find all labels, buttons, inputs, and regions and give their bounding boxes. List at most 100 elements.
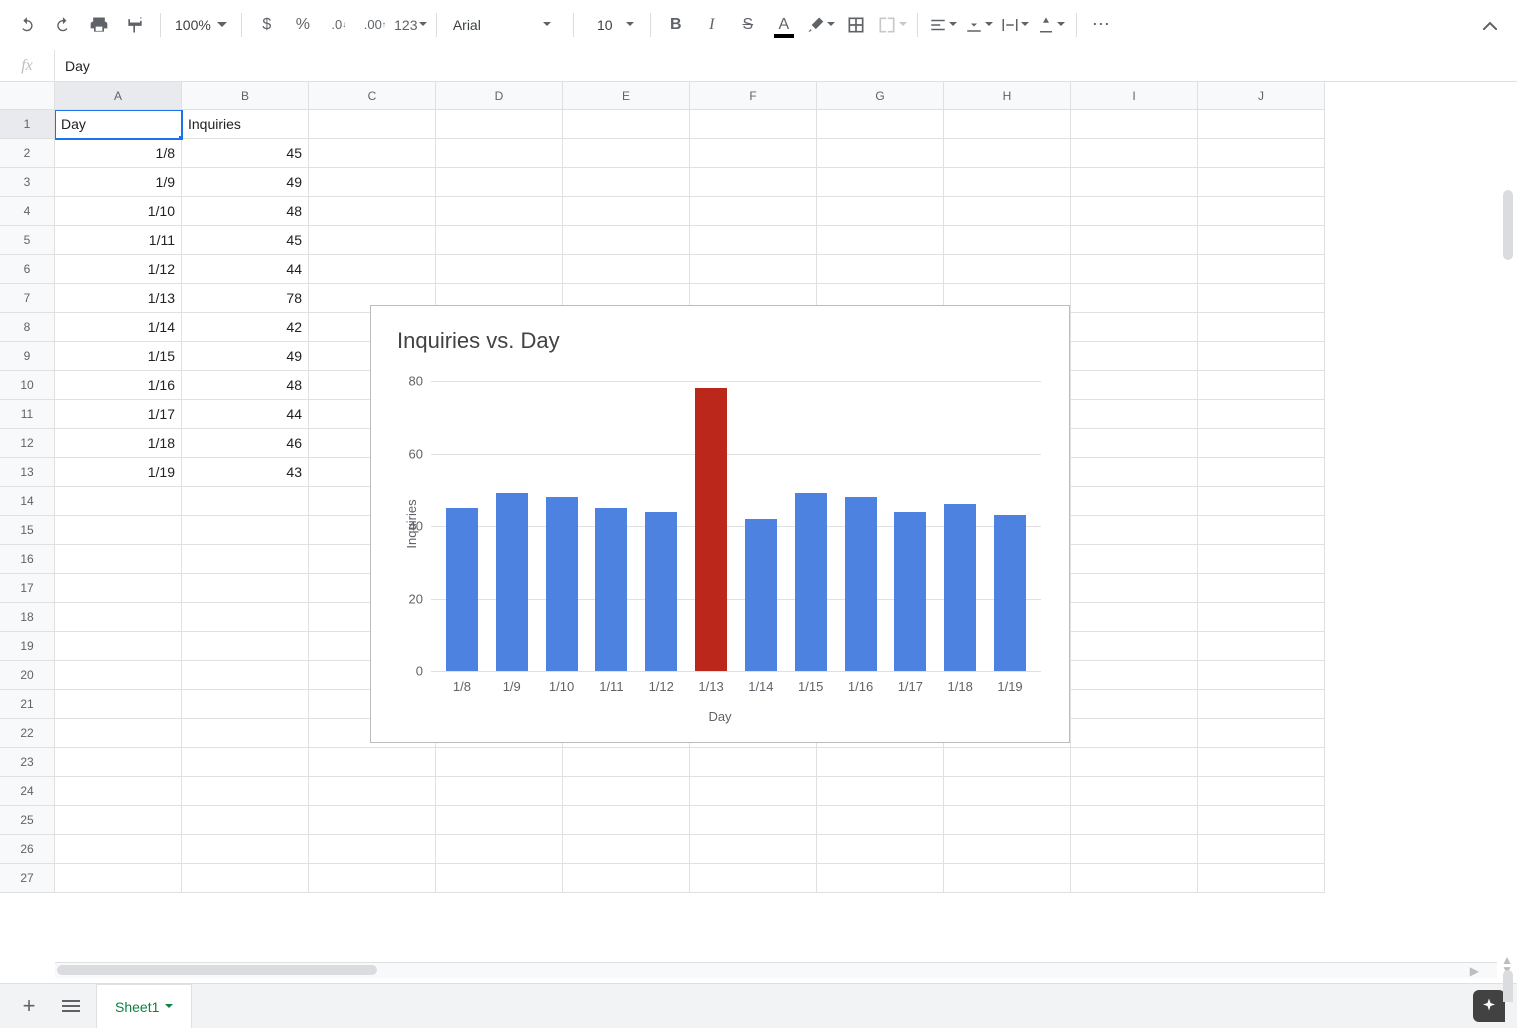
cell[interactable]: [563, 806, 690, 835]
cell[interactable]: 44: [182, 400, 309, 429]
cell[interactable]: [1071, 719, 1198, 748]
cell[interactable]: [944, 835, 1071, 864]
chart-bar[interactable]: [894, 512, 926, 672]
chart-bar[interactable]: [795, 493, 827, 671]
sheet-tab-active[interactable]: Sheet1: [96, 984, 192, 1028]
cell[interactable]: [55, 835, 182, 864]
row-header[interactable]: 27: [0, 864, 55, 893]
cell[interactable]: [944, 226, 1071, 255]
cell[interactable]: [55, 806, 182, 835]
column-header[interactable]: B: [182, 82, 309, 110]
row-header[interactable]: 21: [0, 690, 55, 719]
cell[interactable]: [944, 139, 1071, 168]
cell[interactable]: [182, 864, 309, 893]
row-header[interactable]: 7: [0, 284, 55, 313]
text-rotation-button[interactable]: [1034, 8, 1068, 42]
cell[interactable]: [182, 661, 309, 690]
cell[interactable]: [55, 632, 182, 661]
cell[interactable]: [55, 661, 182, 690]
row-header[interactable]: 10: [0, 371, 55, 400]
cell[interactable]: Inquiries: [182, 110, 309, 139]
cell[interactable]: [309, 806, 436, 835]
chart-bar[interactable]: [546, 497, 578, 671]
fill-color-button[interactable]: [803, 8, 837, 42]
redo-button[interactable]: [46, 8, 80, 42]
scroll-right-icon[interactable]: ▶: [1470, 966, 1479, 976]
cell[interactable]: [182, 719, 309, 748]
row-header[interactable]: 4: [0, 197, 55, 226]
row-header[interactable]: 1: [0, 110, 55, 139]
cell[interactable]: [436, 110, 563, 139]
cell[interactable]: 1/12: [55, 255, 182, 284]
cell[interactable]: [309, 255, 436, 284]
cell[interactable]: [1071, 110, 1198, 139]
cell[interactable]: [309, 226, 436, 255]
cell[interactable]: [1198, 429, 1325, 458]
cell[interactable]: [55, 864, 182, 893]
cell[interactable]: [690, 806, 817, 835]
text-color-button[interactable]: A: [767, 8, 801, 42]
cell[interactable]: [309, 777, 436, 806]
cell[interactable]: [1198, 632, 1325, 661]
cell[interactable]: [55, 516, 182, 545]
font-family-dropdown[interactable]: Arial: [445, 8, 565, 42]
cell[interactable]: 49: [182, 342, 309, 371]
cell[interactable]: [690, 777, 817, 806]
cell[interactable]: [436, 139, 563, 168]
horizontal-scrollbar[interactable]: [55, 962, 1497, 978]
cell[interactable]: [55, 603, 182, 632]
decrease-decimal-button[interactable]: .0↓: [322, 8, 356, 42]
cell[interactable]: [944, 748, 1071, 777]
cell[interactable]: [944, 168, 1071, 197]
explore-button[interactable]: [1473, 990, 1505, 1022]
cell[interactable]: [690, 864, 817, 893]
cell[interactable]: [817, 835, 944, 864]
cell[interactable]: 42: [182, 313, 309, 342]
cell[interactable]: [563, 197, 690, 226]
cell[interactable]: [1198, 110, 1325, 139]
cell[interactable]: [1198, 139, 1325, 168]
chart-bar[interactable]: [845, 497, 877, 671]
cell[interactable]: [944, 806, 1071, 835]
cell[interactable]: [1198, 371, 1325, 400]
cell[interactable]: [1198, 400, 1325, 429]
paint-format-button[interactable]: [118, 8, 152, 42]
row-header[interactable]: 26: [0, 835, 55, 864]
formula-input[interactable]: [55, 50, 1517, 81]
cell[interactable]: [1071, 342, 1198, 371]
cell[interactable]: [690, 255, 817, 284]
cell[interactable]: 1/8: [55, 139, 182, 168]
row-header[interactable]: 6: [0, 255, 55, 284]
cell[interactable]: [1071, 371, 1198, 400]
cell[interactable]: [55, 777, 182, 806]
cell[interactable]: [182, 748, 309, 777]
row-header[interactable]: 25: [0, 806, 55, 835]
cell[interactable]: [1198, 748, 1325, 777]
print-button[interactable]: [82, 8, 116, 42]
row-header[interactable]: 8: [0, 313, 55, 342]
cell[interactable]: [1071, 487, 1198, 516]
cell[interactable]: [1071, 835, 1198, 864]
cell[interactable]: [944, 197, 1071, 226]
cell[interactable]: [563, 835, 690, 864]
cell[interactable]: [55, 545, 182, 574]
cell[interactable]: [563, 226, 690, 255]
strikethrough-button[interactable]: S: [731, 8, 765, 42]
cell[interactable]: [55, 574, 182, 603]
cell[interactable]: [436, 197, 563, 226]
cell[interactable]: [182, 690, 309, 719]
vertical-scrollbar[interactable]: [1503, 190, 1513, 260]
cell[interactable]: [563, 168, 690, 197]
number-format-dropdown[interactable]: 123: [394, 8, 428, 42]
chart-bar[interactable]: [595, 508, 627, 671]
cell[interactable]: [1071, 806, 1198, 835]
cell[interactable]: [309, 139, 436, 168]
row-header[interactable]: 20: [0, 661, 55, 690]
cell[interactable]: Day: [55, 110, 182, 139]
cell[interactable]: [55, 748, 182, 777]
column-header[interactable]: D: [436, 82, 563, 110]
chart-bar[interactable]: [695, 388, 727, 671]
cell[interactable]: [1071, 255, 1198, 284]
column-header[interactable]: I: [1071, 82, 1198, 110]
embedded-chart[interactable]: Inquiries vs. Day Inquiries 0204060801/8…: [370, 305, 1070, 743]
